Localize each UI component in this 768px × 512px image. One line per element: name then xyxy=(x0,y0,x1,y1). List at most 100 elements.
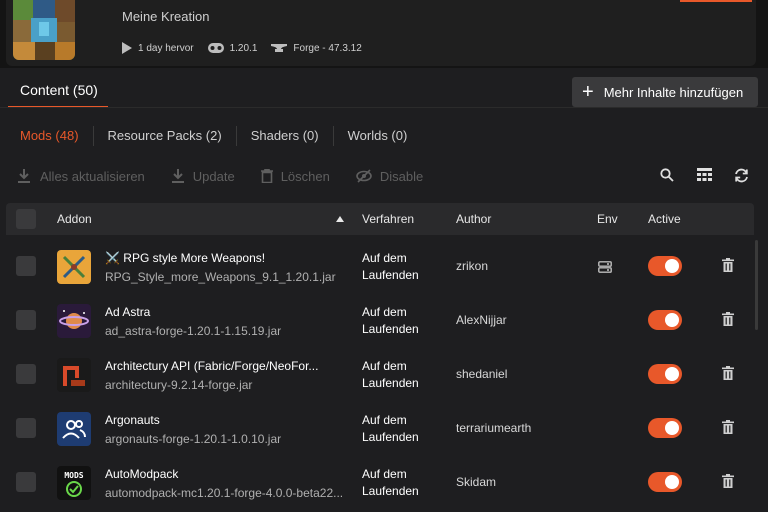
instance-header: Meine Kreation 1 day hervor 1.20.1 Forge… xyxy=(0,0,768,68)
download-icon xyxy=(18,169,30,183)
mod-procedure: Auf dem Laufenden xyxy=(362,358,442,392)
delete-row-button[interactable] xyxy=(722,312,734,331)
tab-divider xyxy=(0,107,768,108)
meta-version: 1.20.1 xyxy=(207,42,258,54)
trash-icon xyxy=(722,312,734,326)
search-button[interactable] xyxy=(660,168,674,187)
select-all-checkbox[interactable] xyxy=(16,209,36,229)
filter-shaders[interactable]: Shaders (0) xyxy=(235,126,333,146)
add-content-button[interactable]: + Mehr Inhalte hinzufügen xyxy=(572,77,758,107)
mod-procedure: Auf dem Laufenden xyxy=(362,250,442,284)
toggle-knob xyxy=(665,313,679,327)
mod-name[interactable]: Ad Astra xyxy=(105,305,150,319)
filter-worlds[interactable]: Worlds (0) xyxy=(332,126,422,146)
download-icon xyxy=(171,169,184,183)
mod-author: terrariumearth xyxy=(456,421,532,435)
table-columns-icon xyxy=(697,168,712,181)
mod-name[interactable]: Architectury API (Fabric/Forge/NeoFor... xyxy=(105,359,318,373)
mod-author: zrikon xyxy=(456,259,489,273)
mod-icon-automodpack: MODS xyxy=(57,466,91,500)
active-toggle[interactable] xyxy=(648,472,682,492)
tab-content[interactable]: Content (50) xyxy=(8,80,108,108)
update-label: Update xyxy=(192,168,235,184)
play-button-edge[interactable] xyxy=(680,0,752,2)
procedure-line-2: Laufenden xyxy=(362,484,419,498)
filter-mods[interactable]: Mods (48) xyxy=(20,126,93,146)
row-checkbox[interactable] xyxy=(16,256,36,276)
update-all-button[interactable]: Alles aktualisieren xyxy=(16,168,145,184)
version-text: 1.20.1 xyxy=(229,42,258,54)
eye-off-icon xyxy=(356,169,372,183)
instance-subtitle: Meine Kreation xyxy=(122,9,210,24)
trash-icon xyxy=(722,258,734,272)
mod-name[interactable]: AutoModpack xyxy=(105,467,178,481)
active-toggle[interactable] xyxy=(648,310,682,330)
table-row[interactable]: Argonauts argonauts-forge-1.20.1-1.0.10.… xyxy=(6,402,754,456)
row-checkbox[interactable] xyxy=(16,310,36,330)
refresh-button[interactable] xyxy=(734,168,749,188)
list-scrollbar[interactable] xyxy=(755,240,758,330)
mod-author: AlexNijjar xyxy=(456,313,507,327)
column-author[interactable]: Author xyxy=(456,212,491,226)
procedure-line-2: Laufenden xyxy=(362,376,419,390)
mod-file: architectury-9.2.14-forge.jar xyxy=(105,378,253,392)
table-row[interactable]: Ad Astra ad_astra-forge-1.20.1-1.15.19.j… xyxy=(6,294,754,348)
mod-file: automodpack-mc1.20.1-forge-4.0.0-beta22.… xyxy=(105,486,344,500)
filter-resource-packs[interactable]: Resource Packs (2) xyxy=(92,126,236,146)
active-toggle[interactable] xyxy=(648,256,682,276)
procedure-line-2: Laufenden xyxy=(362,268,419,282)
add-content-label: Mehr Inhalte hinzufügen xyxy=(603,84,744,100)
toggle-knob xyxy=(665,421,679,435)
table-row[interactable]: MODS AutoModpack automodpack-mc1.20.1-fo… xyxy=(6,456,754,510)
row-checkbox[interactable] xyxy=(16,418,36,438)
refresh-icon xyxy=(735,168,748,183)
procedure-line-1: Auf dem xyxy=(362,359,407,373)
delete-label: Löschen xyxy=(280,168,330,184)
active-toggle[interactable] xyxy=(648,364,682,384)
column-env[interactable]: Env xyxy=(597,212,618,226)
meta-loader: Forge - 47.3.12 xyxy=(271,43,362,54)
table-row[interactable]: ⚔️ RPG style More Weapons! RPG_Style_mor… xyxy=(6,240,754,294)
delete-row-button[interactable] xyxy=(722,366,734,385)
instance-thumbnail[interactable] xyxy=(13,0,75,60)
mod-procedure: Auf dem Laufenden xyxy=(362,412,442,446)
gamepad-icon xyxy=(207,43,224,53)
server-icon xyxy=(598,260,612,278)
mod-file: RPG_Style_more_Weapons_9.1_1.20.1.jar xyxy=(105,270,336,284)
delete-row-button[interactable] xyxy=(722,258,734,277)
column-addon[interactable]: Addon xyxy=(57,212,92,226)
play-icon xyxy=(122,42,132,54)
toggle-knob xyxy=(665,475,679,489)
mod-name[interactable]: Argonauts xyxy=(105,413,160,427)
toggle-knob xyxy=(665,367,679,381)
mod-icon-argonauts xyxy=(57,412,91,446)
column-active[interactable]: Active xyxy=(648,212,681,226)
bulk-actions: Alles aktualisieren Update Löschen Disab… xyxy=(16,166,449,186)
disable-button[interactable]: Disable xyxy=(356,169,423,184)
instance-card: Meine Kreation 1 day hervor 1.20.1 Forge… xyxy=(6,0,756,66)
columns-button[interactable] xyxy=(697,168,712,187)
played-text: 1 day hervor xyxy=(138,42,194,54)
mod-author: shedaniel xyxy=(456,367,508,381)
sort-asc-icon[interactable] xyxy=(336,216,344,222)
mod-icon-architectury xyxy=(57,358,91,392)
delete-row-button[interactable] xyxy=(722,420,734,439)
delete-button[interactable]: Löschen xyxy=(260,168,330,184)
column-procedure[interactable]: Verfahren xyxy=(362,212,414,226)
trash-icon xyxy=(722,366,734,380)
procedure-line-1: Auf dem xyxy=(362,467,407,481)
active-toggle[interactable] xyxy=(648,418,682,438)
mod-file: argonauts-forge-1.20.1-1.0.10.jar xyxy=(105,432,282,446)
toggle-knob xyxy=(665,259,679,273)
row-checkbox[interactable] xyxy=(16,364,36,384)
category-filters: Mods (48) Resource Packs (2) Shaders (0)… xyxy=(20,126,421,146)
mod-name[interactable]: ⚔️ RPG style More Weapons! xyxy=(105,251,265,265)
trash-icon xyxy=(260,169,273,183)
anvil-icon xyxy=(271,44,288,52)
table-header: Addon Verfahren Author Env Active xyxy=(6,203,754,235)
procedure-line-1: Auf dem xyxy=(362,251,407,265)
row-checkbox[interactable] xyxy=(16,472,36,492)
update-button[interactable]: Update xyxy=(171,168,235,184)
table-row[interactable]: Architectury API (Fabric/Forge/NeoFor...… xyxy=(6,348,754,402)
delete-row-button[interactable] xyxy=(722,474,734,493)
